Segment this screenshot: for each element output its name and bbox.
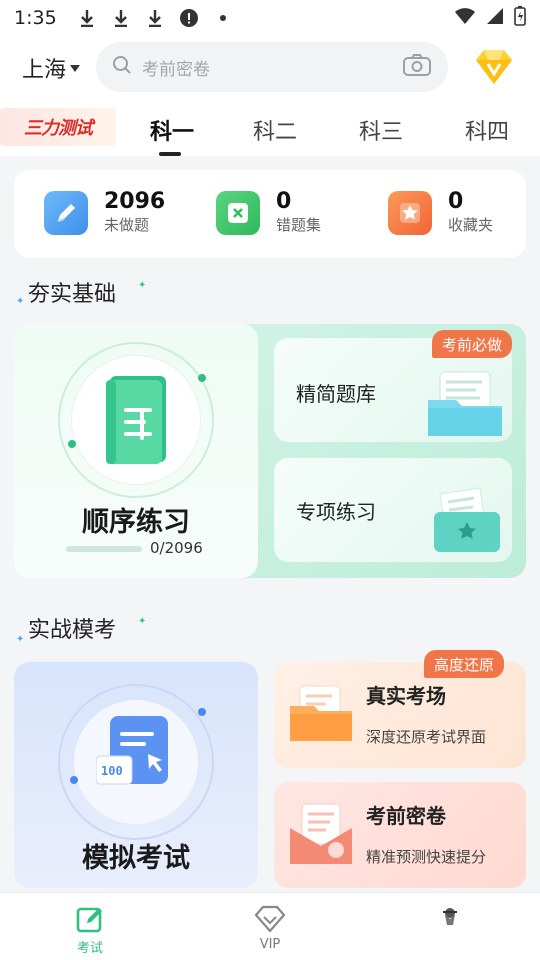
nav-exam-label: 考试 xyxy=(76,941,103,956)
tab-subject-1[interactable]: 科一 xyxy=(150,114,194,146)
caret-down-icon xyxy=(70,64,81,72)
signal-icon xyxy=(486,7,504,30)
decor-dot xyxy=(198,708,206,716)
city-label: 上海 xyxy=(22,58,67,83)
section-title-basics: 夯实基础 xyxy=(28,282,117,307)
stat-wrong[interactable]: 0 错题集 xyxy=(216,190,321,236)
stat-label: 未做题 xyxy=(104,216,150,234)
envelope-icon xyxy=(288,802,354,872)
diamond-icon xyxy=(230,901,310,937)
nav-profile[interactable] xyxy=(410,901,490,937)
tag-high-fidelity: 高度还原 xyxy=(424,650,505,678)
promo-text: 三力测试 xyxy=(24,118,93,139)
section-title-mock: 实战模考 xyxy=(28,618,117,643)
header: 上海 考前密卷 xyxy=(0,36,540,100)
camera-icon[interactable] xyxy=(402,53,432,81)
exam-edit-icon xyxy=(50,901,130,937)
mock-exam-title: 模拟考试 xyxy=(82,843,190,874)
basics-panel: 顺序练习 0/2096 精简题库 考前必做 专项练习 xyxy=(14,324,526,578)
svg-text:100: 100 xyxy=(101,764,123,778)
subject-tabs: 三力测试 科一 科二 科三 科四 xyxy=(0,100,540,156)
wifi-icon xyxy=(454,7,476,30)
search-icon xyxy=(112,55,132,79)
download-icon xyxy=(145,8,165,28)
progress-bar xyxy=(66,546,142,552)
stat-favorites[interactable]: 0 收藏夹 xyxy=(388,190,493,236)
mock-exam-card[interactable]: 100 模拟考试 xyxy=(14,662,258,888)
alert-icon xyxy=(179,8,199,28)
tab-subject-2[interactable]: 科二 xyxy=(253,114,297,146)
avatar-icon xyxy=(410,901,490,937)
stats-card: 2096 未做题 0 错题集 0 收藏夹 xyxy=(14,170,526,258)
nav-vip-label: VIP xyxy=(259,937,281,952)
secret-paper-card[interactable]: 考前密卷 精准预测快速提分 xyxy=(274,782,526,888)
secret-paper-title: 考前密卷 xyxy=(366,804,446,828)
dot-icon xyxy=(213,8,233,28)
bottom-nav: 考试 VIP xyxy=(0,892,540,960)
vip-diamond-icon[interactable] xyxy=(470,44,518,90)
search-input[interactable]: 考前密卷 xyxy=(142,55,402,80)
close-box-icon xyxy=(216,191,260,235)
sparkle-icon: ✦ xyxy=(16,296,25,307)
sequential-practice-card[interactable]: 顺序练习 0/2096 xyxy=(14,324,258,578)
stat-unanswered[interactable]: 2096 未做题 xyxy=(44,190,165,236)
sequential-practice-title: 顺序练习 xyxy=(82,507,190,538)
tab-subject-3[interactable]: 科三 xyxy=(359,114,403,146)
tab-subject-4[interactable]: 科四 xyxy=(465,114,509,146)
real-exam-subtitle: 深度还原考试界面 xyxy=(366,728,487,746)
topic-practice-card[interactable]: 专项练习 xyxy=(274,458,512,562)
book-icon xyxy=(102,372,170,472)
stat-value: 0 xyxy=(276,189,292,214)
topic-practice-label: 专项练习 xyxy=(296,500,376,524)
stat-value: 2096 xyxy=(104,189,166,214)
star-folder-icon xyxy=(426,484,506,564)
battery-icon xyxy=(514,5,526,31)
city-selector[interactable]: 上海 xyxy=(22,52,81,84)
tab-indicator xyxy=(159,152,181,156)
decor-dot xyxy=(70,776,78,784)
folder-icon xyxy=(426,368,506,444)
stat-label: 错题集 xyxy=(276,216,322,234)
download-icon xyxy=(111,8,131,28)
progress-text: 0/2096 xyxy=(150,539,203,557)
curated-bank-label: 精简题库 xyxy=(296,382,376,406)
stat-value: 0 xyxy=(448,189,464,214)
tag-must-do: 考前必做 xyxy=(432,330,513,358)
exam-paper-icon: 100 xyxy=(95,714,186,798)
folder-orange-icon xyxy=(288,684,354,750)
real-exam-title: 真实考场 xyxy=(366,684,446,708)
sparkle-icon: ✦ xyxy=(16,634,25,645)
promo-banner[interactable]: 三力测试 xyxy=(0,108,116,146)
search-bar[interactable]: 考前密卷 xyxy=(96,42,448,92)
download-icon xyxy=(77,8,97,28)
nav-vip[interactable]: VIP xyxy=(230,901,310,952)
status-bar: 1:35 xyxy=(0,0,540,36)
star-icon xyxy=(388,191,432,235)
decor-dot xyxy=(68,440,76,448)
status-time: 1:35 xyxy=(14,7,57,29)
pencil-icon xyxy=(44,191,88,235)
secret-paper-subtitle: 精准预测快速提分 xyxy=(366,848,487,866)
stat-label: 收藏夹 xyxy=(448,216,494,234)
sparkle-icon: ✦ xyxy=(138,280,147,291)
decor-dot xyxy=(198,374,206,382)
nav-exam[interactable]: 考试 xyxy=(50,901,130,956)
sparkle-icon: ✦ xyxy=(138,616,147,627)
